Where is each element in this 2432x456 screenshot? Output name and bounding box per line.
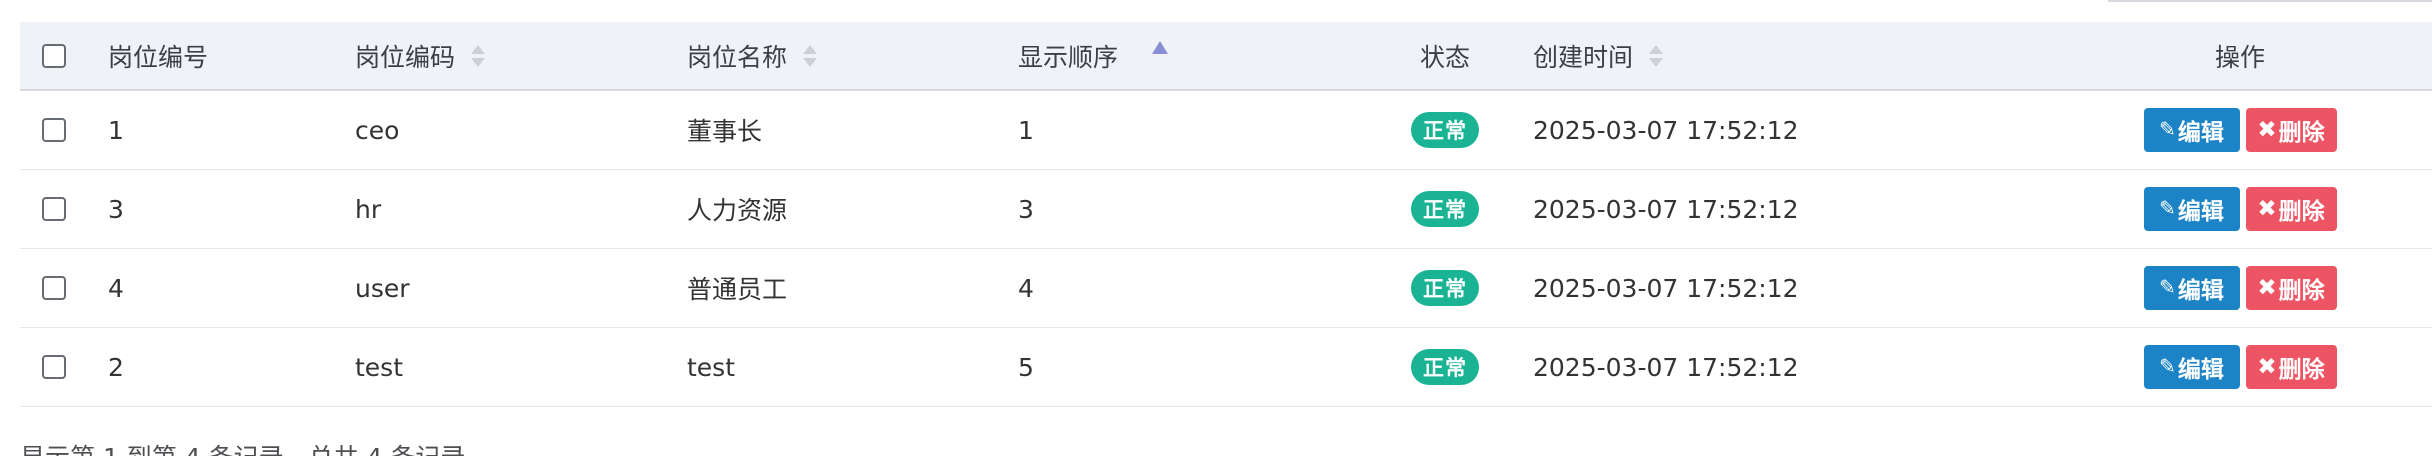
header-post-code-label: 岗位编码 [355,42,456,72]
post-name: 人力资源 [687,196,788,225]
post-id: 4 [108,273,124,303]
delete-label: 删除 [2278,357,2325,383]
delete-button[interactable]: ✖ 删除 [2245,345,2337,389]
post-id: 3 [108,194,124,224]
post-code: ceo [355,115,400,145]
status-cell: 正常 [1400,328,1490,406]
times-icon: ✖ [2257,353,2277,380]
sort-icon[interactable] [471,42,486,70]
post-id: 2 [108,352,124,382]
edit-icon: ✎ [2159,117,2176,141]
pagination-summary: 显示第 1 到第 4 条记录，总共 4 条记录 [20,438,465,456]
edit-icon: ✎ [2159,354,2176,378]
sort-ascending-icon[interactable] [1152,41,1169,54]
header-actions-label: 操作 [2214,42,2265,72]
row-checkbox[interactable] [42,118,66,142]
post-name: 普通员工 [687,275,788,304]
created-at: 2025-03-07 17:52:12 [1533,352,1799,382]
header-post-id[interactable]: 岗位编号 [108,22,348,89]
edit-label: 编辑 [2177,278,2224,304]
status-badge: 正常 [1411,349,1479,385]
sort-order: 1 [1018,115,1034,145]
select-all-checkbox[interactable] [42,43,66,68]
row-checkbox-cell [42,170,82,248]
header-post-name-label: 岗位名称 [687,42,788,72]
sort-order: 4 [1018,273,1034,303]
edit-label: 编辑 [2177,120,2224,146]
actions-cell: ✎ 编辑 ✖ 删除 [2120,91,2360,169]
delete-button[interactable]: ✖ 删除 [2245,187,2337,231]
table-row: 3 hr 人力资源 3 正常 2025-03-07 17:52:12 ✎ 编辑 … [20,170,2432,249]
edit-button[interactable]: ✎ 编辑 [2143,187,2240,231]
sort-order: 5 [1018,352,1034,382]
header-post-name[interactable]: 岗位名称 [687,22,1007,89]
edit-button[interactable]: ✎ 编辑 [2143,108,2240,152]
sort-order: 3 [1018,194,1034,224]
row-checkbox[interactable] [42,276,66,300]
row-checkbox[interactable] [42,197,66,221]
edit-button[interactable]: ✎ 编辑 [2143,266,2240,310]
sort-icon[interactable] [1649,42,1664,70]
row-checkbox-cell [42,328,82,406]
row-checkbox[interactable] [42,355,66,379]
header-created-at-label: 创建时间 [1533,42,1634,72]
status-cell: 正常 [1400,170,1490,248]
status-badge: 正常 [1411,112,1479,148]
edit-label: 编辑 [2177,199,2224,225]
status-cell: 正常 [1400,91,1490,169]
header-created-at[interactable]: 创建时间 [1533,22,1893,89]
edit-label: 编辑 [2177,357,2224,383]
table-row: 2 test test 5 正常 2025-03-07 17:52:12 ✎ 编… [20,328,2432,407]
status-cell: 正常 [1400,249,1490,327]
post-code: user [355,273,410,303]
edit-button[interactable]: ✎ 编辑 [2143,345,2240,389]
top-right-border [2108,0,2432,2]
row-checkbox-cell [42,249,82,327]
table-row: 4 user 普通员工 4 正常 2025-03-07 17:52:12 ✎ 编… [20,249,2432,328]
created-at: 2025-03-07 17:52:12 [1533,115,1799,145]
delete-button[interactable]: ✖ 删除 [2245,108,2337,152]
actions-cell: ✎ 编辑 ✖ 删除 [2120,170,2360,248]
delete-button[interactable]: ✖ 删除 [2245,266,2337,310]
post-code: hr [355,194,382,224]
sort-icon[interactable] [803,42,818,70]
times-icon: ✖ [2257,116,2277,143]
post-code: test [355,352,404,382]
header-actions: 操作 [2120,22,2360,89]
edit-icon: ✎ [2159,275,2176,299]
header-status-label: 状态 [1419,42,1470,72]
delete-label: 删除 [2278,278,2325,304]
status-badge: 正常 [1411,270,1479,306]
header-sort-order-label: 显示顺序 [1018,42,1119,72]
actions-cell: ✎ 编辑 ✖ 删除 [2120,328,2360,406]
delete-label: 删除 [2278,120,2325,146]
times-icon: ✖ [2257,195,2277,222]
header-post-code[interactable]: 岗位编码 [355,22,675,89]
created-at: 2025-03-07 17:52:12 [1533,273,1799,303]
header-sort-order[interactable]: 显示顺序 [1018,22,1318,89]
status-badge: 正常 [1411,191,1479,227]
created-at: 2025-03-07 17:52:12 [1533,194,1799,224]
edit-icon: ✎ [2159,196,2176,220]
header-status: 状态 [1400,22,1490,89]
post-name: test [687,352,736,382]
post-id: 1 [108,115,124,145]
times-icon: ✖ [2257,274,2277,301]
table-row: 1 ceo 董事长 1 正常 2025-03-07 17:52:12 ✎ 编辑 … [20,91,2432,170]
post-management-table-view: 岗位编号 岗位编码 岗位名称 显示顺序 状态 创建时间 操作 1 ceo 董事长… [0,0,2432,456]
row-checkbox-cell [42,91,82,169]
post-name: 董事长 [687,117,763,146]
delete-label: 删除 [2278,199,2325,225]
table-header-row: 岗位编号 岗位编码 岗位名称 显示顺序 状态 创建时间 操作 [20,22,2432,91]
header-checkbox-cell [42,22,82,89]
actions-cell: ✎ 编辑 ✖ 删除 [2120,249,2360,327]
header-post-id-label: 岗位编号 [108,42,209,72]
post-table: 岗位编号 岗位编码 岗位名称 显示顺序 状态 创建时间 操作 1 ceo 董事长… [20,22,2432,407]
